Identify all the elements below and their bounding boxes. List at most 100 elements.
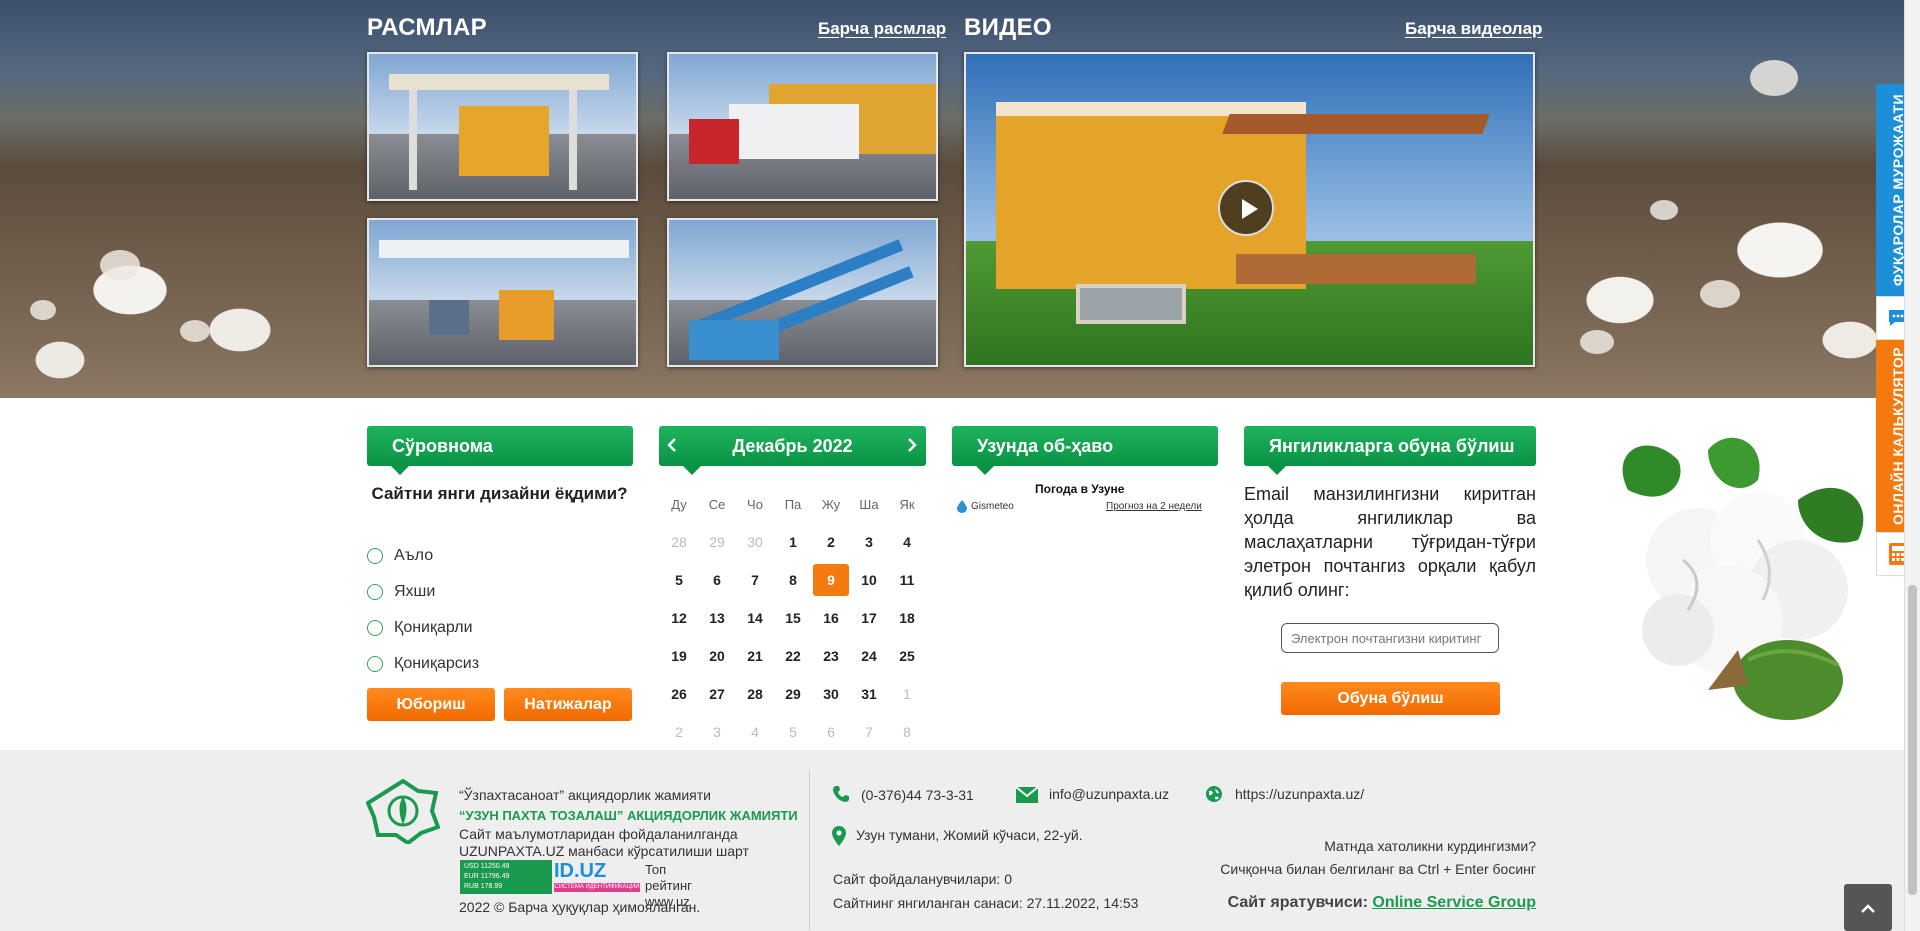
calendar-day[interactable]: 4 [888, 526, 926, 558]
calendar-day[interactable]: 16 [812, 602, 850, 634]
footer-phone[interactable]: (0-376)44 73-3-31 [861, 787, 974, 803]
calendar-day[interactable]: 29 [698, 526, 736, 558]
radio-icon[interactable] [367, 656, 383, 672]
subscribe-description: Email манзилингизни киритган ҳолда янгил… [1244, 484, 1536, 600]
id-uz-badge[interactable]: ID.UZ СИСТЕМА ИДЕНТИФИКАЦИИ [554, 860, 640, 892]
weather-source[interactable]: Gismeteo [957, 500, 1014, 513]
drop-icon [957, 500, 967, 513]
calendar-day[interactable]: 7 [850, 716, 888, 748]
footer-website[interactable]: https://uzunpaxta.uz/ [1235, 786, 1364, 802]
calendar-week-row: 2345678 [660, 713, 926, 751]
creator-link[interactable]: Online Service Group [1372, 894, 1536, 911]
calendar-day[interactable]: 14 [736, 602, 774, 634]
weather-header: Узунда об-ҳаво [952, 426, 1218, 475]
calendar-day[interactable]: 27 [698, 678, 736, 710]
survey-header: Сўровнома [367, 426, 633, 475]
calendar-day[interactable]: 2 [660, 716, 698, 748]
calendar-day[interactable]: 28 [660, 526, 698, 558]
calendar-day[interactable]: 24 [850, 640, 888, 672]
calendar-day[interactable]: 20 [698, 640, 736, 672]
subscribe-button[interactable]: Обуна бўлиш [1281, 682, 1500, 715]
subscribe-email-input[interactable] [1281, 623, 1499, 653]
calendar-day[interactable]: 30 [736, 526, 774, 558]
radio-icon[interactable] [367, 548, 383, 564]
calendar-day[interactable]: 4 [736, 716, 774, 748]
calendar-day[interactable]: 31 [850, 678, 888, 710]
photo-thumbnail[interactable] [367, 52, 638, 201]
company-logo [366, 779, 440, 844]
survey-option-satisfactory[interactable]: Қониқарли [367, 618, 473, 638]
calendar-day[interactable]: 7 [736, 564, 774, 596]
cotton-plant-image [1622, 437, 1864, 720]
calendar-day[interactable]: 11 [888, 564, 926, 596]
calendar-day[interactable]: 25 [888, 640, 926, 672]
survey-option-good[interactable]: Яхши [367, 582, 435, 602]
footer-notice-line2: UZUNPAXTA.UZ манбаси кўрсатилиши шарт [459, 843, 749, 859]
calendar-day[interactable]: 5 [660, 564, 698, 596]
footer-visitors: Сайт фойдаланувчилари: 0 [833, 871, 1012, 887]
calendar-day[interactable]: 15 [774, 602, 812, 634]
scrollbar-thumb[interactable] [1908, 585, 1917, 895]
survey-submit-button[interactable]: Юбориш [367, 688, 495, 721]
calendar-day[interactable]: 3 [698, 716, 736, 748]
chevron-left-icon[interactable] [664, 436, 682, 454]
calendar-day[interactable]: 1 [774, 526, 812, 558]
photo-thumbnail[interactable] [667, 218, 938, 367]
survey-results-button[interactable]: Натижалар [504, 688, 632, 721]
globe-icon [1206, 786, 1222, 802]
footer-address: Узун тумани, Жомий кўчаси, 22-уй. [856, 827, 1083, 843]
footer-error-hint2: Сичқонча билан белгиланг ва Ctrl + Enter… [1220, 861, 1536, 877]
photo-thumbnail[interactable] [667, 52, 938, 201]
calendar-weekday: Жу [821, 496, 841, 512]
weather-forecast-link[interactable]: Прогноз на 2 недели [1106, 501, 1202, 512]
footer-notice-line1: Сайт маълумотларидан фойдаланилганда [459, 826, 738, 842]
calendar-day[interactable]: 29 [774, 678, 812, 710]
footer-copyright: 2022 © Барча ҳуқуқлар ҳимояланган. [459, 899, 701, 915]
chevron-up-icon [1861, 903, 1875, 913]
footer-error-hint1: Матнда хатоликни курдингизми? [1324, 838, 1536, 854]
photo-thumbnail[interactable] [367, 218, 638, 367]
chevron-right-icon[interactable] [902, 436, 920, 454]
calendar-week-row: 12 13 14 15 16 17 18 [660, 599, 926, 637]
calendar-day[interactable]: 21 [736, 640, 774, 672]
calendar-day[interactable]: 22 [774, 640, 812, 672]
calendar-week-row: 28 29 30 1 2 3 4 [660, 523, 926, 561]
page-scrollbar[interactable] [1904, 0, 1920, 931]
calendar-day[interactable]: 19 [660, 640, 698, 672]
calendar-day[interactable]: 10 [850, 564, 888, 596]
calendar-day[interactable]: 23 [812, 640, 850, 672]
currency-rates-badge[interactable]: USD 11250.49 EUR 11796.49 RUB 178.99 [460, 860, 552, 894]
calendar-day[interactable]: 28 [736, 678, 774, 710]
all-videos-link[interactable]: Барча видеолар [1405, 19, 1542, 39]
calendar-day[interactable]: 2 [812, 526, 850, 558]
calendar-day[interactable]: 6 [698, 564, 736, 596]
footer-org-line2: “УЗУН ПАХТА ТОЗАЛАШ” АКЦИЯДОРЛИК ЖАМИЯТИ [459, 808, 798, 823]
envelope-icon [1015, 786, 1039, 803]
calendar-day[interactable]: 3 [850, 526, 888, 558]
calendar-day[interactable]: 18 [888, 602, 926, 634]
calendar-weekday: Ду [671, 496, 687, 512]
survey-option-unsatisfactory[interactable]: Қониқарсиз [367, 654, 479, 674]
calendar-day[interactable]: 30 [812, 678, 850, 710]
photos-section-title: РАСМЛАР [367, 14, 487, 41]
calendar-day[interactable]: 12 [660, 602, 698, 634]
calendar-day[interactable]: 26 [660, 678, 698, 710]
radio-icon[interactable] [367, 584, 383, 600]
calendar-day[interactable]: 1 [888, 678, 926, 710]
footer-email[interactable]: info@uzunpaxta.uz [1049, 786, 1169, 802]
radio-icon[interactable] [367, 620, 383, 636]
calendar-week-row: 5 6 7 8 9 10 11 [660, 561, 926, 599]
calendar-day[interactable]: 6 [812, 716, 850, 748]
calendar-day[interactable]: 8 [888, 716, 926, 748]
calendar-day[interactable]: 5 [774, 716, 812, 748]
footer-divider [809, 770, 810, 930]
calendar-day[interactable]: 17 [850, 602, 888, 634]
calendar-day[interactable]: 8 [774, 564, 812, 596]
phone-icon [833, 786, 849, 802]
video-play-button[interactable] [1218, 180, 1274, 236]
all-photos-link[interactable]: Барча расмлар [818, 19, 946, 39]
calendar-day[interactable]: 13 [698, 602, 736, 634]
calendar-day[interactable]: 9 [813, 564, 849, 596]
survey-option-excellent[interactable]: Аъло [367, 546, 433, 566]
scroll-to-top-button[interactable] [1844, 884, 1892, 931]
